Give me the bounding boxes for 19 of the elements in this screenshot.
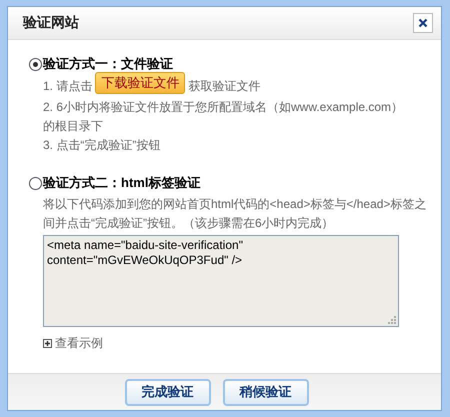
radio-button[interactable] — [29, 58, 42, 70]
dialog-button[interactable]: 完成验证 — [124, 378, 210, 406]
method-title: 验证方式二：html标签验证 — [43, 174, 200, 192]
download-button[interactable]: 下载验证文件 — [95, 72, 186, 94]
step-text: 2. 6小时内将验证文件放置于您所配置域名（如www.example.com）的根目录下 — [43, 99, 404, 135]
close-icon — [418, 18, 428, 28]
step-text: 获取验证文件 — [188, 78, 260, 94]
expand-icon — [43, 339, 52, 348]
close-button[interactable] — [413, 13, 433, 33]
code-field[interactable]: <meta name="baidu-site-verification" content="mGvEWeOkUqOP3Fud" /> — [43, 235, 399, 327]
resize-grip-icon[interactable] — [388, 316, 396, 324]
view-example-link[interactable]: 查看示例 — [43, 335, 103, 352]
step-text: 1. 请点击 — [43, 78, 92, 94]
instruction-text: 将以下代码添加到您的网站首页html代码的<head>标签与</head>标签之间并点击“完成验证”按钮。（该步骤需在6小时内完成） — [43, 196, 428, 232]
dialog-button[interactable]: 稍候验证 — [222, 378, 308, 406]
method-title: 验证方式一：文件验证 — [43, 55, 173, 73]
window-title: 验证网站 — [23, 14, 79, 32]
radio-button[interactable] — [29, 176, 42, 190]
step-text: 3. 点击“完成验证”按钮 — [43, 137, 162, 154]
